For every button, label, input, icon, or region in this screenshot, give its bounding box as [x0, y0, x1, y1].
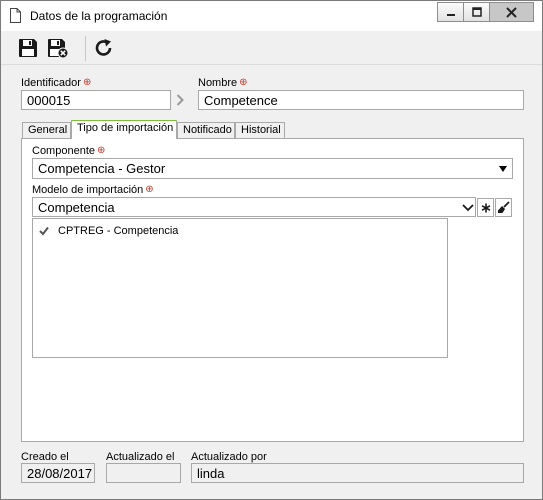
- list-item-label: CPTREG - Competencia: [58, 225, 179, 237]
- identificador-next-button[interactable]: [172, 90, 187, 110]
- tab-notificado[interactable]: Notificado: [177, 122, 235, 138]
- required-icon: ⊕: [239, 77, 248, 88]
- refresh-button[interactable]: [91, 36, 117, 60]
- title-bar[interactable]: Datos de la programación: [1, 1, 542, 31]
- dropdown-arrow-icon: [499, 166, 507, 172]
- componente-select[interactable]: Competencia - Gestor: [32, 158, 513, 179]
- modelo-clear-button[interactable]: [495, 198, 512, 217]
- identificador-label: Identificador ⊕: [21, 77, 91, 89]
- creado-field: 28/08/2017: [21, 463, 95, 483]
- modelo-new-button[interactable]: [477, 198, 494, 217]
- asterisk-icon: [481, 203, 490, 212]
- nombre-field[interactable]: Competence: [198, 90, 524, 110]
- actualizado-por-field: linda: [191, 463, 524, 483]
- nombre-label: Nombre ⊕: [198, 77, 248, 89]
- maximize-icon: [471, 7, 482, 17]
- minimize-button[interactable]: [437, 2, 464, 22]
- checkmark-icon: [39, 226, 49, 236]
- tab-tipo-de-importacion[interactable]: Tipo de importación: [71, 120, 177, 139]
- modelo-label: Modelo de importación ⊕: [32, 184, 154, 196]
- save-button[interactable]: [15, 36, 41, 60]
- actualizado-label: Actualizado el: [106, 451, 175, 463]
- identificador-field[interactable]: 000015: [21, 90, 171, 110]
- actualizado-por-label: Actualizado por: [191, 451, 267, 463]
- window-controls: [437, 2, 534, 22]
- toolbar-separator: [85, 36, 86, 61]
- maximize-button[interactable]: [463, 2, 490, 22]
- broom-icon: [498, 201, 510, 213]
- componente-label-text: Componente: [32, 145, 95, 157]
- window-title: Datos de la programación: [30, 9, 168, 23]
- nombre-label-text: Nombre: [198, 77, 238, 89]
- modelo-dropdown-button[interactable]: [459, 198, 476, 217]
- save-icon: [19, 39, 37, 57]
- actualizado-field: [106, 463, 181, 483]
- modelo-field[interactable]: Competencia: [32, 197, 476, 217]
- minimize-icon: [446, 14, 455, 16]
- chevron-right-icon: [176, 94, 184, 106]
- checkbox[interactable]: [39, 226, 49, 236]
- dialog-window: Datos de la programación Identificador ⊕…: [0, 0, 543, 500]
- toolbar: [1, 31, 542, 65]
- import-items-list[interactable]: CPTREG - Competencia: [32, 218, 448, 358]
- refresh-icon: [95, 39, 112, 56]
- required-icon: ⊕: [82, 77, 92, 88]
- componente-label: Componente ⊕: [32, 145, 105, 157]
- identificador-label-text: Identificador: [21, 77, 81, 89]
- close-button[interactable]: [489, 2, 534, 22]
- document-icon: [10, 8, 21, 23]
- chevron-down-icon: [461, 203, 474, 211]
- tab-general[interactable]: General: [22, 122, 71, 138]
- modelo-label-text: Modelo de importación: [32, 184, 144, 196]
- required-icon: ⊕: [97, 145, 106, 156]
- required-icon: ⊕: [145, 184, 154, 195]
- save-and-close-icon: [48, 39, 69, 58]
- creado-label: Creado el: [21, 451, 69, 463]
- componente-value: Competencia - Gestor: [38, 161, 166, 176]
- tab-historial[interactable]: Historial: [235, 122, 285, 138]
- list-item[interactable]: CPTREG - Competencia: [39, 225, 178, 237]
- save-and-close-button[interactable]: [45, 36, 71, 60]
- close-icon: [506, 6, 517, 18]
